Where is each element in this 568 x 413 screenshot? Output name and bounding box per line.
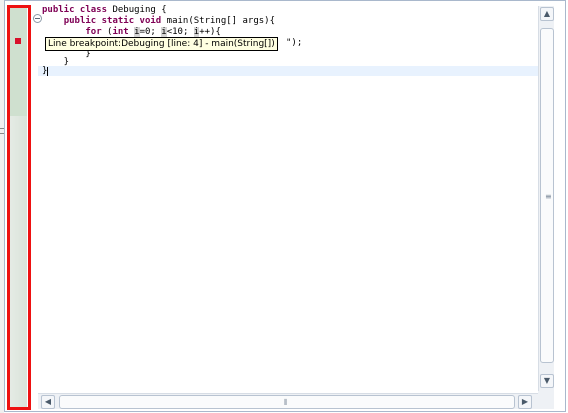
vertical-scrollbar[interactable]: ▲ ≡ ▼ xyxy=(538,6,554,391)
scrollbar-corner xyxy=(538,391,554,409)
scrollbar-grip-icon: ⦀ xyxy=(284,398,288,407)
breakpoint-marker-icon[interactable] xyxy=(15,38,21,44)
keyword: public static void xyxy=(63,16,162,26)
keyword: for xyxy=(85,27,102,37)
ruler-range-indicator xyxy=(8,6,27,116)
scroll-left-button[interactable]: ◀ xyxy=(41,395,55,409)
code-line-1[interactable]: public class Debuging { xyxy=(42,5,167,16)
horizontal-scroll-thumb[interactable]: ⦀ xyxy=(59,395,515,409)
scroll-right-button[interactable]: ▶ xyxy=(518,395,532,409)
code-editor[interactable] xyxy=(4,0,566,412)
arrow-down-icon: ▼ xyxy=(543,376,551,385)
scrollbar-grip-icon: ≡ xyxy=(545,192,552,201)
scroll-up-button[interactable]: ▲ xyxy=(540,7,554,21)
keyword: public class xyxy=(42,5,108,15)
vertical-scroll-thumb[interactable]: ≡ xyxy=(540,28,554,363)
code-text: ( xyxy=(101,27,113,37)
arrow-up-icon: ▲ xyxy=(543,9,551,18)
arrow-right-icon: ▶ xyxy=(521,397,529,406)
fold-collapse-icon[interactable] xyxy=(33,14,42,23)
code-line-4-tail[interactable]: "); xyxy=(286,38,302,49)
breakpoint-tooltip: Line breakpoint:Debuging [line: 4] - mai… xyxy=(45,37,278,51)
code-line-2[interactable]: public static void main(String[] args){ xyxy=(42,16,275,27)
code-text: Debuging { xyxy=(107,5,167,15)
code-text: main(String[] args){ xyxy=(161,16,276,26)
keyword: int xyxy=(112,27,129,37)
code-text: ++){ xyxy=(199,27,221,37)
text-caret xyxy=(47,67,48,76)
scroll-down-button[interactable]: ▼ xyxy=(540,374,554,388)
code-text: <10; xyxy=(166,27,194,37)
horizontal-scrollbar[interactable]: ◀ ⦀ ▶ xyxy=(38,393,538,409)
code-text: =0; xyxy=(139,27,162,37)
current-line-highlight xyxy=(38,66,538,76)
arrow-left-icon: ◀ xyxy=(44,397,52,406)
